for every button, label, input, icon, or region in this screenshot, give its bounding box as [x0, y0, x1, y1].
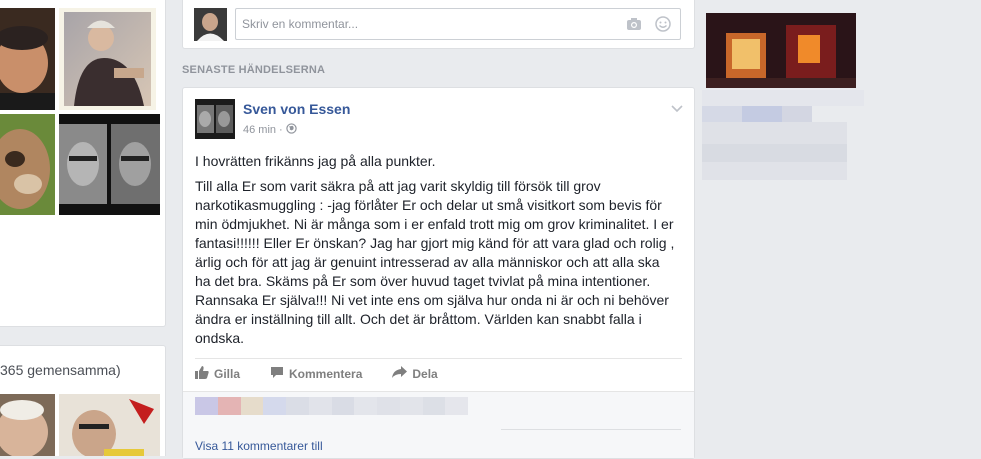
view-more-comments-link[interactable]: Visa 11 kommentarer till [195, 439, 323, 453]
friend-photo[interactable] [59, 114, 160, 215]
mutual-friends-count[interactable]: 365 gemensamma) [0, 362, 121, 378]
like-button[interactable]: Gilla [195, 366, 240, 382]
like-label: Gilla [214, 367, 241, 381]
friend-photo[interactable] [0, 394, 55, 456]
like-icon [195, 366, 209, 382]
post-actions: Gilla Kommentera Dela [195, 366, 468, 382]
comment-input[interactable]: Skriv en kommentar... [235, 8, 681, 40]
smiley-icon[interactable] [655, 16, 671, 37]
friend-photo[interactable] [59, 8, 156, 110]
post-meta: 46 min · [243, 123, 297, 137]
divider [195, 358, 682, 359]
post-body: Till alla Er som varit säkra på att jag … [195, 178, 675, 346]
friend-photo[interactable] [0, 8, 55, 110]
camera-icon[interactable] [626, 17, 642, 36]
divider [501, 429, 681, 430]
comment-label: Kommentera [289, 367, 363, 381]
chevron-down-icon[interactable] [671, 100, 683, 118]
share-button[interactable]: Dela [392, 366, 438, 382]
share-label: Dela [412, 367, 438, 381]
left-photos-card [0, 0, 166, 327]
feed-post: Sven von Essen 46 min · I hovrätten frik… [182, 87, 695, 459]
comment-composer-card: Skriv en kommentar... [182, 0, 695, 49]
blurred-ad-text [702, 90, 864, 182]
post-timestamp[interactable]: 46 min [243, 124, 276, 136]
comment-placeholder: Skriv en kommentar... [242, 17, 359, 31]
comment-icon [270, 366, 284, 382]
comment-button[interactable]: Kommentera [270, 366, 362, 382]
meta-separator: · [279, 124, 283, 136]
sponsored-image[interactable] [706, 13, 856, 88]
section-title: SENASTE HÄNDELSERNA [182, 64, 326, 76]
mutual-friends-card: 365 gemensamma) [0, 345, 166, 456]
friend-photo[interactable] [59, 394, 160, 456]
globe-icon[interactable] [286, 123, 297, 137]
author-avatar[interactable] [195, 99, 235, 139]
post-footer: Visa 11 kommentarer till [183, 391, 694, 458]
reactions-summary-blurred [195, 397, 468, 415]
post-first-line: I hovrätten frikänns jag på alla punkter… [195, 153, 436, 169]
share-icon [392, 366, 408, 382]
friend-photo[interactable] [0, 114, 55, 215]
current-user-avatar[interactable] [194, 8, 227, 41]
author-name[interactable]: Sven von Essen [243, 101, 350, 117]
